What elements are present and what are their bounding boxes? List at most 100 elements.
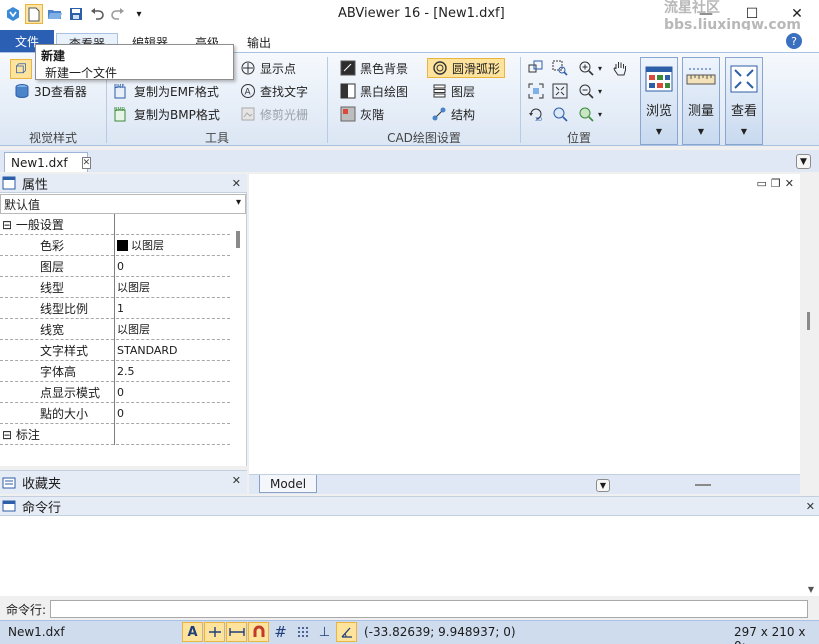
property-row[interactable]: 线宽 以图层 [0,318,230,340]
gray-icon [340,106,356,122]
close-button[interactable]: ✕ [787,4,807,24]
tab-output[interactable]: 输出 [238,33,280,52]
property-row[interactable]: 字体高 2.5 [0,360,230,382]
property-value[interactable]: 以图层 [115,237,164,253]
property-value[interactable]: 0 [115,386,124,399]
layers-button[interactable]: 图层 [431,81,475,101]
property-value[interactable]: 以图层 [115,321,150,337]
properties-icon [2,176,16,190]
black-background-button[interactable]: 黑色背景 [340,58,408,78]
property-value[interactable]: STANDARD [115,344,178,357]
close-document-icon[interactable]: ✕ [785,177,794,190]
undo-icon[interactable] [88,4,106,24]
measure-button[interactable]: 测量 ▼ [682,57,720,145]
viewer3d-button[interactable]: 3D查看器 [14,81,87,101]
close-properties-icon[interactable]: ✕ [232,177,241,190]
drawing-canvas[interactable]: ▭ ❐ ✕ [249,174,800,474]
tab-model[interactable]: Model [259,475,318,493]
show-points-button[interactable]: 显示点 [240,58,296,78]
help-icon[interactable]: ? [786,33,802,49]
copy-bmp-button[interactable]: BMP 复制为BMP格式 [114,104,220,124]
visual-style-2d-button[interactable] [10,59,32,79]
zoom-extents-button[interactable] [552,81,568,101]
browse-button[interactable]: 浏览 ▼ [640,57,678,145]
gray-button[interactable]: 灰階 [340,104,384,124]
property-value-text: 1 [117,301,124,315]
open-folder-icon[interactable] [46,4,64,24]
horizontal-scrollbar[interactable] [695,484,711,486]
property-row[interactable]: 色彩 以图层 [0,234,230,256]
watermark: 流星社区 bbs.liuxingw.com [664,0,801,33]
browse-icon [645,66,673,92]
zoom-in-button[interactable]: ▾ [578,58,602,78]
close-command-panel-icon[interactable]: ✕ [806,500,815,513]
redo-icon[interactable] [109,4,127,24]
property-value-text: 0 [117,259,124,273]
wireframe-icon [16,63,26,74]
document-list-dropdown[interactable]: ▼ [796,154,811,169]
property-preset-select[interactable]: 默认值 ▾ [0,194,246,214]
pan-extents-button[interactable] [528,58,544,78]
properties-scrollbar[interactable] [236,231,240,248]
property-name: ⊟ 一般设置 [0,213,115,235]
bw-drawing-button[interactable]: 黑白绘图 [340,81,408,101]
pan-hand-button[interactable] [612,58,628,78]
new-file-icon[interactable] [25,4,43,24]
text-snap-icon[interactable]: A [182,622,203,642]
property-row[interactable]: 點的大小 0 [0,402,230,424]
save-icon[interactable] [67,4,85,24]
scrollbar-thumb[interactable] [807,312,810,330]
dropdown-arrow-icon: ▼ [655,127,663,136]
zoom-realtime-button[interactable] [552,104,568,124]
zoom-out-button[interactable]: ▾ [578,81,602,101]
property-row[interactable]: 线型 以图层 [0,276,230,298]
property-row[interactable]: 图层 0 [0,255,230,277]
customize-qat-icon[interactable]: ▾ [130,4,148,24]
command-input[interactable] [50,600,809,618]
trim-raster-button[interactable]: 修剪光栅 [240,104,308,124]
magnet-icon[interactable] [248,622,269,642]
property-row[interactable]: 文字样式 STANDARD [0,339,230,361]
property-category[interactable]: ⊟ 一般设置 [0,213,230,235]
smooth-arcs-button[interactable]: 圆滑弧形 [427,58,506,78]
zoom-previous-button[interactable]: ▾ [578,104,602,124]
minimize-button[interactable]: — [696,4,716,24]
title-bar: ▾ ABViewer 16 - [New1.dxf] 流星社区 bbs.liux… [0,0,819,33]
copy-emf-button[interactable]: EMF 复制为EMF格式 [114,81,219,101]
ortho-icon[interactable] [204,622,225,642]
polar-icon[interactable] [336,622,357,642]
structure-button[interactable]: 结构 [431,104,475,124]
restore-document-icon[interactable]: ❐ [771,177,781,190]
property-value[interactable]: 以图层 [115,279,150,295]
command-history[interactable]: ▼ [0,516,819,596]
property-row[interactable]: 线型比例 1 [0,297,230,319]
perpendicular-icon[interactable]: ⊥ [314,622,335,642]
property-name: 色彩 [0,234,115,256]
close-favorites-icon[interactable]: ✕ [232,474,241,487]
minimize-document-icon[interactable]: ▭ [757,177,767,190]
app-logo-icon[interactable] [4,4,22,24]
fit-to-window-button[interactable] [528,81,544,101]
rotate-3d-button[interactable]: 3D [528,104,544,124]
property-value[interactable]: 1 [115,302,124,315]
view-button[interactable]: 查看 ▼ [725,57,763,145]
dot-grid-icon[interactable] [292,622,313,642]
close-tab-icon[interactable]: ✕ [81,156,92,169]
property-value[interactable]: 0 [115,260,124,273]
property-category[interactable]: ⊟ 标注 [0,423,230,445]
property-value-text: 0 [117,385,124,399]
find-text-button[interactable]: A 查找文字 [240,81,308,101]
layout-list-dropdown[interactable]: ▼ [596,479,610,492]
status-filename: New1.dxf [8,625,65,639]
property-value[interactable]: 0 [115,407,124,420]
property-value[interactable]: 2.5 [115,365,135,378]
zoom-window-button[interactable] [552,58,568,78]
property-row[interactable]: 点显示模式 0 [0,381,230,403]
vertical-scrollbar[interactable] [800,174,819,492]
scroll-down-icon[interactable]: ▼ [808,585,814,594]
tab-document-new1[interactable]: New1.dxf ✕ [4,152,92,172]
maximize-button[interactable]: ☐ [742,4,762,24]
cursor-coordinates: (-33.82639; 9.948937; 0) [364,625,516,639]
grid-icon[interactable]: # [270,622,291,642]
dimension-icon[interactable] [226,622,247,642]
